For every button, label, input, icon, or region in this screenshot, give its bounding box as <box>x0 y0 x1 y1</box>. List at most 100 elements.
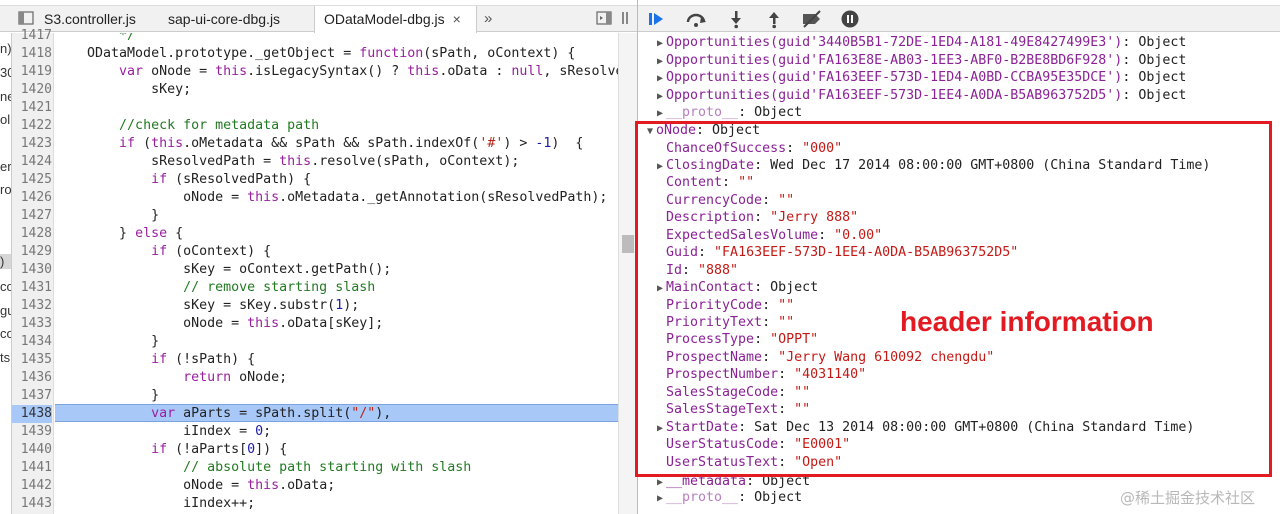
scope-row-proto[interactable]: ▶ __proto__: Object <box>654 104 802 122</box>
property-key: __proto__ <box>666 105 739 120</box>
line-number[interactable]: 1424 <box>12 153 52 171</box>
line-number[interactable]: 1426 <box>12 189 52 207</box>
line-number[interactable]: 1436 <box>12 369 52 387</box>
expand-triangle-icon[interactable]: ▶ <box>654 35 666 53</box>
scope-row-opportunity[interactable]: ▶ Opportunities(guid'FA163EEF-573D-1EE4-A… <box>654 87 1186 105</box>
line-number[interactable]: 1417 <box>12 27 52 45</box>
property-row[interactable]: UserStatusCode: "E0001" <box>654 436 850 454</box>
property-key: oNode <box>656 123 697 138</box>
line-number[interactable]: 1435 <box>12 351 52 369</box>
property-row[interactable]: ProspectNumber: "4031140" <box>654 366 866 384</box>
line-number[interactable]: 1434 <box>12 333 52 351</box>
step-over-icon[interactable] <box>684 9 708 29</box>
property-row[interactable]: ExpectedSalesVolume: "0.00" <box>654 227 882 245</box>
key-separator: : <box>762 297 779 313</box>
property-row[interactable]: UserStatusText: "Open" <box>654 454 842 472</box>
deactivate-breakpoints-icon[interactable] <box>800 9 824 29</box>
property-row[interactable]: PriorityText: "" <box>654 314 794 332</box>
step-out-icon[interactable] <box>764 9 784 29</box>
expand-triangle-icon[interactable]: ▶ <box>654 105 666 123</box>
expand-triangle-icon[interactable]: ▶ <box>654 280 666 298</box>
property-row[interactable]: CurrencyCode: "" <box>654 192 794 210</box>
line-number[interactable]: 1431 <box>12 279 52 297</box>
property-row[interactable]: ProcessType: "OPPT" <box>654 331 818 349</box>
property-row[interactable]: ▶ ClosingDate: Wed Dec 17 2014 08:00:00 G… <box>654 157 1210 175</box>
property-row[interactable]: PriorityCode: "" <box>654 297 794 315</box>
property-key: PriorityText <box>666 315 763 330</box>
property-row[interactable]: Content: "" <box>654 174 754 192</box>
expand-triangle-icon[interactable]: ▶ <box>654 158 666 176</box>
line-number[interactable]: 1442 <box>12 477 52 495</box>
line-number[interactable]: 1420 <box>12 81 52 99</box>
property-key: StartDate <box>666 419 739 435</box>
line-number[interactable]: 1429 <box>12 243 52 261</box>
scope-row-opportunity[interactable]: ▶ Opportunities(guid'FA163E8E-AB03-1EE3-A… <box>654 52 1186 70</box>
line-number-gutter[interactable]: 1417 1418 1419 1420 1421 1422 1423 1424 1425 1426… <box>12 28 54 514</box>
line-number[interactable]: 1427 <box>12 207 52 225</box>
property-row[interactable]: ▶ StartDate: Sat Dec 13 2014 08:00:00 GMT… <box>654 419 1194 437</box>
close-icon[interactable]: × <box>453 11 461 27</box>
debugger-toolbar <box>638 5 1280 32</box>
property-row[interactable]: SalesStageText: "" <box>654 401 810 419</box>
line-number[interactable]: 1441 <box>12 459 52 477</box>
line-number[interactable]: 1438 <box>12 405 52 423</box>
property-row[interactable]: ProspectName: "Jerry Wang 610092 chengdu… <box>654 349 994 367</box>
line-number[interactable]: 1418 <box>12 45 52 63</box>
property-row[interactable]: ▶ MainContact: Object <box>654 279 818 297</box>
expand-triangle-icon[interactable]: ▶ <box>654 70 666 88</box>
navigator-fragment: gu <box>0 303 11 318</box>
step-into-icon[interactable] <box>726 9 746 29</box>
property-key: PriorityCode <box>666 297 763 313</box>
code-editor[interactable]: */ ODataModel.prototype._getObject = fun… <box>55 33 618 514</box>
tab-s3-controller[interactable]: S3.controller.js <box>44 6 136 32</box>
key-separator: : <box>778 384 795 400</box>
line-number[interactable]: 1430 <box>12 261 52 279</box>
expand-triangle-icon[interactable]: ▶ <box>654 53 666 71</box>
line-number[interactable]: 1443 <box>12 495 52 513</box>
key-separator: : <box>754 210 771 226</box>
expand-triangle-icon[interactable]: ▶ <box>654 88 666 106</box>
code-line-1429: if (oContext) { <box>151 244 272 259</box>
expand-triangle-icon[interactable]: ▶ <box>654 420 666 438</box>
scope-row-metadata[interactable]: ▶ __metadata: Object <box>654 473 810 491</box>
key-separator: : <box>762 349 779 365</box>
scope-row-opportunity[interactable]: ▶ Opportunities(guid'FA163EEF-573D-1ED4-A… <box>654 69 1186 87</box>
code-line-1436: return oNode; <box>183 370 288 385</box>
pause-on-exceptions-icon[interactable] <box>619 10 631 26</box>
scope-row-proto[interactable]: ▶ __proto__: Object <box>654 489 802 507</box>
collapse-triangle-icon[interactable]: ▼ <box>644 123 656 141</box>
property-row[interactable]: SalesStageCode: "" <box>654 384 810 402</box>
editor-scrollbar[interactable] <box>618 33 637 514</box>
line-number[interactable]: 1439 <box>12 423 52 441</box>
property-value: "000" <box>802 140 843 156</box>
tab-sap-ui-core-dbg[interactable]: sap-ui-core-dbg.js <box>168 6 280 32</box>
line-number[interactable]: 1440 <box>12 441 52 459</box>
line-number[interactable]: 1428 <box>12 225 52 243</box>
line-number[interactable]: 1421 <box>12 99 52 117</box>
scope-row-onode[interactable]: ▼ oNode: Object <box>644 122 760 140</box>
navigator-fragment: 30 <box>0 65 11 80</box>
scrollbar-thumb[interactable] <box>622 235 634 253</box>
property-key: ProspectName <box>666 349 763 365</box>
property-value: : Object <box>696 123 761 138</box>
line-number[interactable]: 1437 <box>12 387 52 405</box>
more-tabs-chevron-icon[interactable]: » <box>484 6 492 32</box>
expand-triangle-icon[interactable]: ▶ <box>654 490 666 508</box>
tab-odatamodel-dbg[interactable]: ODataModel-dbg.js × <box>314 6 477 33</box>
line-number[interactable]: 1422 <box>12 117 52 135</box>
toggle-debugger-sidebar-icon[interactable] <box>596 10 612 26</box>
line-number[interactable]: 1433 <box>12 315 52 333</box>
property-row[interactable]: Description: "Jerry 888" <box>654 209 858 227</box>
key-separator: : <box>754 157 771 173</box>
pause-on-exceptions-icon[interactable] <box>840 9 860 29</box>
line-number[interactable]: 1423 <box>12 135 52 153</box>
toggle-navigator-icon[interactable] <box>18 10 34 26</box>
property-row[interactable]: Id: "888" <box>654 262 738 280</box>
line-number[interactable]: 1425 <box>12 171 52 189</box>
line-number[interactable]: 1432 <box>12 297 52 315</box>
line-number[interactable]: 1419 <box>12 63 52 81</box>
scope-row-opportunity[interactable]: ▶ Opportunities(guid'3440B5B1-72DE-1ED4-A… <box>654 34 1186 52</box>
property-row[interactable]: ChanceOfSuccess: "000" <box>654 140 842 158</box>
resume-icon[interactable] <box>646 9 666 29</box>
property-row[interactable]: Guid: "FA163EEF-573D-1EE4-A0DA-B5AB96375… <box>654 244 1018 262</box>
